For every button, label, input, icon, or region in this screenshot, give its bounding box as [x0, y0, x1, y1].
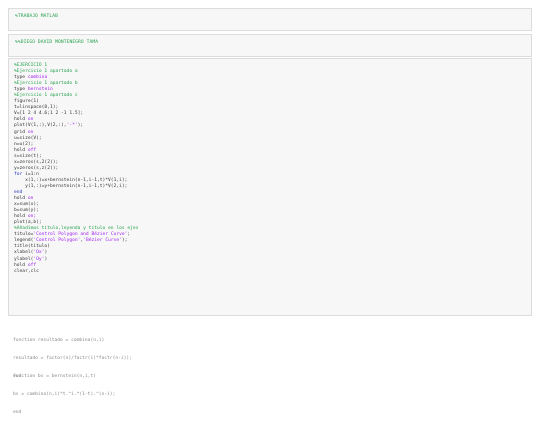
code-line: function resultado = combina(n,i) — [13, 338, 105, 344]
code-token: '-*' — [66, 123, 78, 129]
code-token: plot(V(1,:),V(2,:), — [14, 123, 67, 129]
code-line: bs = combina(n,i)*t.^i.*(1-t).^(n-i); — [13, 392, 116, 398]
code-token: type — [14, 75, 28, 81]
code-token: ; — [127, 232, 131, 238]
code-token: x=sum(x); — [14, 202, 39, 208]
code-token: ); — [121, 238, 128, 244]
code-token: 'Ox' — [33, 250, 45, 256]
code-token: 'Control Polygon and Bézier Curve' — [33, 232, 128, 238]
code-token: off — [27, 147, 37, 153]
author-comment: %%DIEGO DAVID MONTENEGRO TAMA — [15, 40, 99, 45]
title-comment: %TRABAJO MATLAB — [15, 14, 58, 19]
code-token: grid — [14, 129, 28, 135]
code-token: %EJERCICIO 1 — [14, 63, 48, 68]
code-token: 'Oy' — [33, 256, 45, 262]
code-token: u=size(V); — [14, 135, 42, 141]
code-token: off — [27, 262, 37, 268]
author-comment-block: %%DIEGO DAVID MONTENEGRO TAMA — [8, 34, 532, 57]
code-token: %Añadimos título,leyenda y título en los… — [14, 226, 139, 232]
code-token: y=zeros(s,z(2)); — [14, 165, 59, 171]
code-token: hold — [14, 147, 28, 153]
code-token: ylabel( — [14, 256, 34, 262]
code-token: V=[1 2 4 4.6;1 2 -1 1.5]; — [14, 111, 84, 117]
code-token: bernstein — [27, 87, 53, 93]
code-token: xlabel( — [14, 250, 34, 256]
code-token: on — [27, 117, 34, 123]
code-token: on — [27, 129, 34, 135]
code-token: 'Control Polygon' — [33, 238, 81, 244]
code-token: x(1,:)=x+bernstein(n-1,i-1,t)*V(1,i); — [14, 177, 128, 183]
code-token: %Ejercicio 1 apartado b — [14, 81, 78, 87]
code-token: combina — [27, 75, 48, 81]
main-code-block: %EJERCICIO 1 %Ejercicio 1 apartado a type … — [8, 58, 532, 316]
code-token: s=size(t); — [14, 153, 42, 159]
code-token: clear,clc — [14, 268, 39, 274]
code-token: hold — [14, 117, 28, 123]
code-token: end — [14, 189, 23, 195]
code-token: on; — [27, 214, 37, 220]
code-line: function bs = bernstein(n,i,t) — [13, 374, 96, 380]
code-token: ); — [77, 123, 84, 129]
function-bernstein-block: function bs = bernstein(n,i,t) bs = comb… — [13, 362, 115, 422]
code-line: clear,clc — [14, 269, 526, 275]
code-token: n=u(2); — [14, 141, 34, 147]
code-token: y(1,:)=y+bernstein(n-1,i-1,t)*V(2,i); — [14, 183, 128, 189]
code-token: for — [14, 171, 26, 177]
code-token: t=linspace(0,1); — [14, 105, 59, 111]
code-token: titulo= — [14, 232, 34, 238]
code-token: on — [27, 196, 34, 202]
code-token: x=zeros(s,2(2)); — [14, 159, 59, 165]
code-token: %Ejercicio 1 apartado a — [14, 69, 78, 75]
code-token: ) — [44, 256, 48, 262]
code-line: end — [13, 410, 22, 416]
code-token: b=sum(y); — [14, 208, 39, 214]
code-token: figure(1) — [14, 99, 39, 105]
code-token: %Ejercicio 1 apartado c — [14, 93, 78, 99]
title-comment-block: %TRABAJO MATLAB — [8, 8, 532, 31]
code-token: legend( — [14, 238, 34, 244]
code-token: plot(a,b); — [14, 220, 42, 226]
code-token: ) — [44, 250, 48, 256]
code-token: title(titulo) — [14, 244, 50, 250]
code-token: hold — [14, 262, 28, 268]
code-token: hold — [14, 214, 28, 220]
code-token: hold — [14, 196, 28, 202]
code-token: 'Bézier Curve' — [83, 238, 122, 244]
code-token: type — [14, 87, 28, 93]
code-token: i=1:n — [25, 171, 39, 177]
